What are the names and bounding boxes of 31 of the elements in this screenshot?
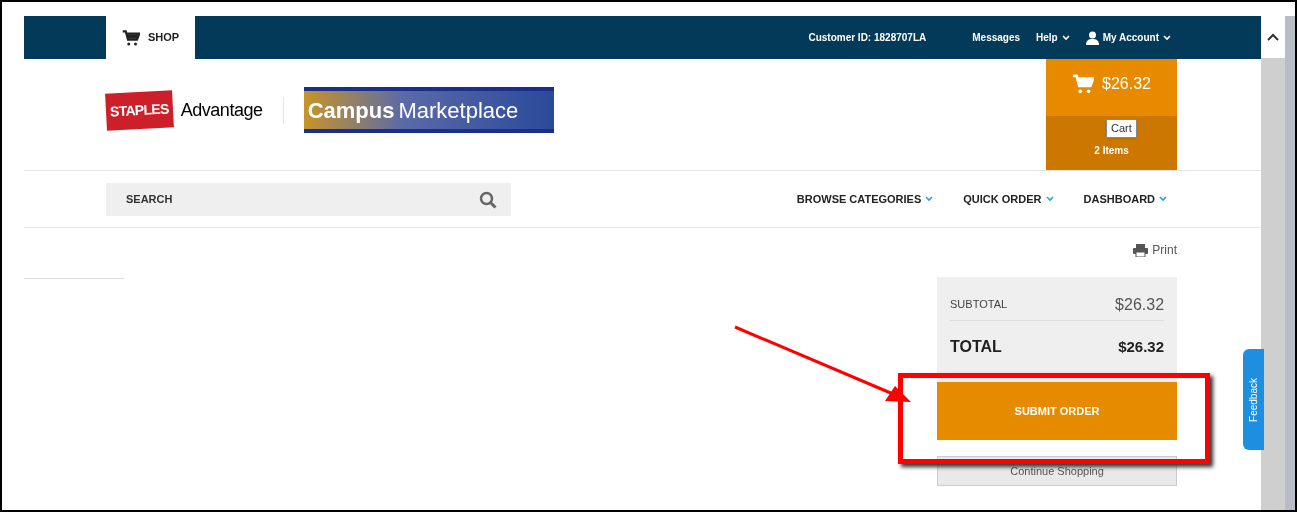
print-link[interactable]: Print <box>1133 242 1178 258</box>
search-icon[interactable] <box>479 190 497 209</box>
user-icon <box>1085 30 1099 45</box>
cart-item-count: 2 Items <box>1094 144 1129 158</box>
campus-marketplace-logo: Campus Marketplace <box>303 87 554 133</box>
cart-icon <box>121 28 140 47</box>
caret-icon <box>1163 34 1172 41</box>
cart-icon <box>1072 72 1095 95</box>
caret-icon <box>925 196 934 202</box>
total-value: $26.32 <box>1118 336 1165 357</box>
menu-link[interactable]: BROWSE CATEGORIES <box>796 190 934 208</box>
search-field[interactable]: SEARCH <box>106 182 511 216</box>
staples-logo: STAPLES <box>105 89 174 131</box>
subtotal-value: $26.32 <box>1115 294 1165 315</box>
menu-link[interactable]: QUICK ORDER <box>963 190 1054 208</box>
caret-icon <box>1159 196 1168 202</box>
printer-icon <box>1133 243 1149 257</box>
nav-link[interactable]: Messages <box>972 30 1021 45</box>
advantage-logo: Advantage <box>180 96 284 124</box>
caret-icon <box>1045 196 1054 202</box>
subtotal-label: SUBTOTAL <box>950 297 1008 313</box>
cart-total: $26.32 <box>1102 73 1151 94</box>
caret-icon <box>1061 34 1070 41</box>
menu-link[interactable]: DASHBOARD <box>1083 190 1168 208</box>
scroll-up-icon[interactable] <box>1267 33 1279 41</box>
nav-tab[interactable]: SHOP <box>106 16 195 59</box>
total-label: TOTAL <box>950 337 1002 357</box>
customer-id: Customer ID: 1828707LA <box>808 31 927 45</box>
nav-link[interactable]: My Account <box>1085 30 1172 45</box>
nav-link[interactable]: Help <box>1036 30 1070 45</box>
tooltip: Cart <box>1106 119 1137 138</box>
